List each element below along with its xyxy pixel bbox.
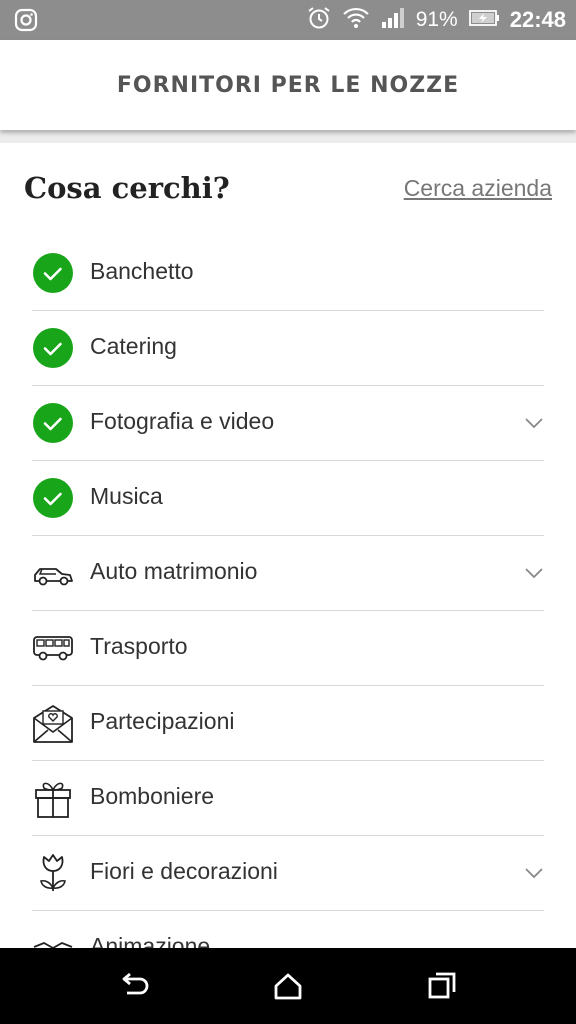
search-company-link[interactable]: Cerca azienda [404, 175, 552, 202]
category-label: Bomboniere [90, 783, 215, 809]
chevron-down-icon[interactable] [524, 566, 544, 580]
check-circle-icon [33, 478, 73, 518]
wifi-icon [342, 5, 370, 36]
check-circle-icon [33, 328, 73, 368]
category-label: Musica [90, 483, 163, 509]
category-item-fiori[interactable]: Fiori e decorazioni [32, 836, 544, 911]
envelope-heart-icon [33, 705, 73, 743]
category-item-musica[interactable]: Musica [32, 461, 544, 536]
instagram-icon [14, 8, 38, 37]
section-title: Cosa cerchi? [24, 171, 230, 205]
alarm-icon [306, 5, 332, 36]
category-list: Banchetto Catering Fotografia e video Mu… [32, 236, 544, 948]
tulip-icon [40, 854, 66, 891]
category-item-bomboniere[interactable]: Bomboniere [32, 761, 544, 836]
page-title: FORNITORI PER LE NOZZE [116, 72, 460, 98]
car-icon [34, 568, 73, 586]
chevron-down-icon[interactable] [524, 866, 544, 880]
battery-charging-icon [468, 8, 500, 33]
category-label: Partecipazioni [90, 708, 235, 734]
category-label: Trasporto [90, 633, 188, 659]
bus-icon [33, 636, 73, 661]
category-item-catering[interactable]: Catering [32, 311, 544, 386]
clock: 22:48 [509, 7, 566, 32]
back-icon[interactable] [118, 970, 150, 1002]
signal-icon [380, 6, 406, 35]
home-icon[interactable] [272, 970, 304, 1002]
system-nav-bar [0, 948, 576, 1024]
category-label: Auto matrimonio [90, 558, 258, 584]
category-item-animazione[interactable]: Animazione [32, 911, 544, 948]
content-card: Cosa cerchi? Cerca azienda Banchetto Cat… [0, 143, 576, 948]
category-label: Catering [90, 333, 177, 359]
status-bar: 91% 22:48 [0, 0, 576, 40]
app-header: FORNITORI PER LE NOZZE [0, 40, 576, 130]
gift-icon [35, 782, 71, 818]
category-label: Fotografia e video [90, 408, 275, 434]
section-header: Cosa cerchi? Cerca azienda [24, 171, 552, 211]
battery-percent: 91% [415, 8, 458, 31]
category-item-banchetto[interactable]: Banchetto [32, 236, 544, 311]
check-circle-icon [33, 253, 73, 293]
chevron-down-icon[interactable] [524, 416, 544, 430]
animation-icon [33, 942, 73, 948]
category-item-trasporto[interactable]: Trasporto [32, 611, 544, 686]
category-item-auto-matrimonio[interactable]: Auto matrimonio [32, 536, 544, 611]
recents-icon[interactable] [426, 970, 458, 1002]
category-label: Fiori e decorazioni [90, 858, 278, 884]
category-item-fotografia[interactable]: Fotografia e video [32, 386, 544, 461]
check-circle-icon [33, 403, 73, 443]
category-label: Animazione [90, 933, 211, 948]
category-label: Banchetto [90, 258, 194, 284]
category-item-partecipazioni[interactable]: Partecipazioni [32, 686, 544, 761]
